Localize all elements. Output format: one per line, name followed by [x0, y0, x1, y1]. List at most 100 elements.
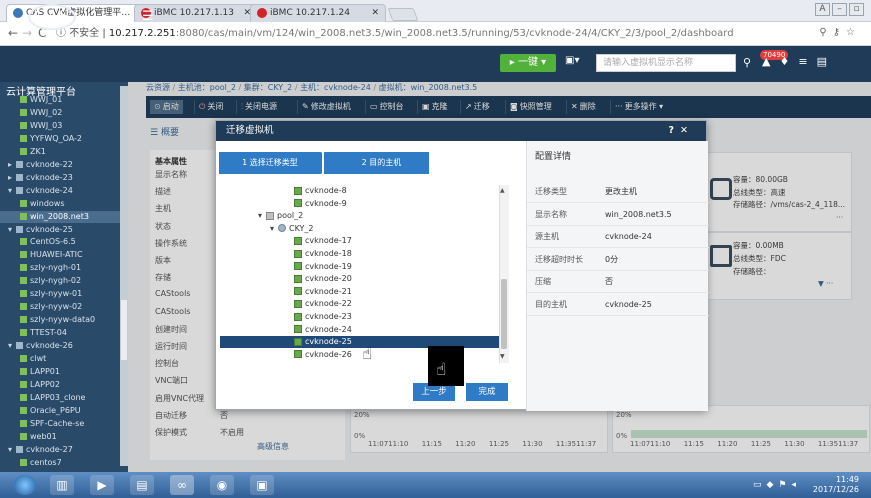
- tree-host-node[interactable]: cvknode-18: [216, 248, 352, 260]
- sidebar-item-label: LAPP01: [30, 366, 60, 376]
- sidebar-host-item[interactable]: ▾ cvknode-24: [0, 185, 128, 197]
- sidebar-vm-item[interactable]: clwt: [0, 353, 128, 365]
- sidebar-vm-item[interactable]: szly-nyyw-data0: [0, 314, 128, 326]
- vm-icon: [20, 367, 27, 375]
- sidebar-scrollbar[interactable]: [120, 86, 128, 466]
- step-select-type[interactable]: 1 选择迁移类型: [219, 152, 332, 174]
- collapse-arrow-icon[interactable]: ▾: [8, 224, 16, 236]
- sidebar-vm-item[interactable]: LAPP03_clone: [0, 392, 128, 404]
- close-tab-icon[interactable]: ✕: [371, 5, 379, 21]
- sidebar-vm-item[interactable]: win_2008.net3: [0, 210, 128, 223]
- collapse-arrow-icon[interactable]: ▾: [8, 444, 16, 456]
- url-field[interactable]: ⓘ 不安全 | 10.217.2.251:8080/cas/main/vm/12…: [56, 25, 826, 43]
- tree-cluster-node[interactable]: ▾ CKY_2: [216, 223, 314, 235]
- system-clock[interactable]: 11:49 2017/12/26: [813, 475, 859, 495]
- shield-icon[interactable]: ◆: [766, 480, 778, 490]
- tree-host-node[interactable]: cvknode-26: [216, 349, 352, 361]
- zoom-icon[interactable]: ⚲: [819, 27, 832, 38]
- grid-icon[interactable]: ▤: [817, 55, 836, 68]
- sidebar-vm-item[interactable]: centos7: [0, 457, 128, 469]
- sidebar-vm-item[interactable]: szly-nygh-01: [0, 262, 128, 274]
- collapse-arrow-icon[interactable]: ▾: [8, 340, 16, 352]
- cas-app-icon[interactable]: ∞: [170, 475, 194, 495]
- sidebar-vm-item[interactable]: szly-nyyw-01: [0, 288, 128, 300]
- search-icon[interactable]: ⚲: [738, 54, 756, 72]
- tree-node-label: cvknode-9: [305, 198, 347, 208]
- file-explorer-icon[interactable]: ▤: [130, 475, 154, 495]
- sidebar-scroll-thumb[interactable]: [121, 300, 127, 360]
- tree-host-node[interactable]: cvknode-9: [216, 198, 347, 210]
- server-manager-icon[interactable]: ▥: [50, 475, 74, 495]
- help-icon[interactable]: ?: [669, 125, 681, 136]
- key-icon[interactable]: ⚷: [833, 27, 846, 38]
- star-icon[interactable]: ☆: [846, 27, 861, 38]
- browser-tab-ibmc-24[interactable]: iBMC 10.217.1.24 ✕: [250, 4, 386, 22]
- back-icon[interactable]: ←: [8, 26, 18, 40]
- sidebar-vm-item[interactable]: LAPP02: [0, 379, 128, 391]
- host-icon: [294, 312, 302, 321]
- collapse-arrow-icon[interactable]: ▾: [270, 223, 278, 235]
- network-icon[interactable]: ▭: [753, 480, 767, 490]
- chrome-icon[interactable]: ◉: [210, 475, 234, 495]
- sidebar-host-item[interactable]: ▾ cvknode-27: [0, 444, 128, 456]
- close-icon[interactable]: ✕: [680, 125, 694, 136]
- sidebar-vm-item[interactable]: ZK1: [0, 146, 128, 158]
- sidebar-vm-item[interactable]: SPF-Cache-se: [0, 418, 128, 430]
- tree-host-node[interactable]: cvknode-21: [216, 286, 352, 298]
- sidebar-vm-item[interactable]: szly-nyyw-02: [0, 301, 128, 313]
- volume-icon[interactable]: ◂: [791, 480, 801, 490]
- new-tab-button[interactable]: [387, 8, 419, 21]
- sidebar-vm-item[interactable]: HUAWEI-ATIC: [0, 249, 128, 261]
- tree-node-label: cvknode-20: [305, 274, 352, 284]
- flag-icon[interactable]: ⚑: [778, 480, 791, 490]
- scroll-down-icon[interactable]: ▼: [500, 353, 505, 360]
- maximize-button[interactable]: ▫: [849, 3, 864, 16]
- menu-toggle-icon[interactable]: ☰: [142, 9, 154, 24]
- one-key-button[interactable]: ▸ 一键 ▾: [500, 54, 556, 72]
- sidebar-host-item[interactable]: ▸ cvknode-22: [0, 159, 128, 171]
- sidebar-vm-item[interactable]: CentOS-6.5: [0, 236, 128, 248]
- collapse-arrow-icon[interactable]: ▾: [258, 210, 266, 222]
- sidebar-vm-item[interactable]: WWJ_03: [0, 120, 128, 132]
- start-button[interactable]: [14, 475, 36, 495]
- step-target-host[interactable]: 2 目的主机: [324, 152, 429, 174]
- sidebar-item-label: cvknode-26: [26, 341, 73, 351]
- sidebar-host-item[interactable]: ▸ cvknode-23: [0, 172, 128, 184]
- tree-host-node[interactable]: cvknode-8: [216, 185, 347, 197]
- filter-dropdown[interactable]: ▣▾: [565, 55, 579, 66]
- user-icon[interactable]: A: [815, 3, 830, 16]
- info-icon[interactable]: ⓘ: [56, 28, 69, 39]
- list-icon[interactable]: ≡: [798, 55, 816, 68]
- collapse-arrow-icon[interactable]: ▾: [8, 185, 16, 197]
- sidebar-vm-item[interactable]: WWJ_02: [0, 107, 128, 119]
- sidebar-vm-item[interactable]: LAPP01: [0, 366, 128, 378]
- sidebar-vm-item[interactable]: Oracle_P6PU: [0, 405, 128, 417]
- bell-icon[interactable]: ♦: [779, 55, 798, 68]
- sidebar-vm-item[interactable]: web01: [0, 431, 128, 443]
- powershell-icon[interactable]: ▶: [90, 475, 114, 495]
- finish-button[interactable]: 完成: [466, 383, 508, 401]
- forward-icon[interactable]: →: [22, 26, 32, 40]
- alarm-icon[interactable]: ▲: [762, 55, 779, 68]
- tree-pool-node[interactable]: ▾ pool_2: [216, 210, 303, 222]
- expand-arrow-icon[interactable]: ▸: [8, 172, 16, 184]
- tree-host-node[interactable]: cvknode-23: [216, 311, 352, 323]
- tree-host-node[interactable]: cvknode-22: [216, 298, 352, 310]
- tree-host-node[interactable]: cvknode-19: [216, 261, 352, 273]
- tree-scroll-thumb[interactable]: [501, 279, 507, 349]
- sidebar-vm-item[interactable]: windows: [0, 198, 128, 210]
- scroll-up-icon[interactable]: ▲: [500, 187, 505, 194]
- expand-arrow-icon[interactable]: ▸: [8, 159, 16, 171]
- sidebar-vm-item[interactable]: szly-nygh-02: [0, 275, 128, 287]
- tree-host-node[interactable]: cvknode-17: [216, 235, 352, 247]
- sidebar-vm-item[interactable]: YYFWQ_OA-2: [0, 133, 128, 145]
- tree-host-node[interactable]: cvknode-24: [216, 324, 352, 336]
- sidebar-vm-item[interactable]: WWJ_01: [0, 94, 128, 106]
- tree-host-node[interactable]: cvknode-20: [216, 273, 352, 285]
- remote-desktop-icon[interactable]: ▣: [250, 475, 274, 495]
- sidebar-host-item[interactable]: ▾ cvknode-26: [0, 340, 128, 352]
- sidebar-vm-item[interactable]: TTEST-04: [0, 327, 128, 339]
- sidebar-host-item[interactable]: ▾ cvknode-25: [0, 224, 128, 236]
- minimize-button[interactable]: –: [832, 3, 847, 16]
- vm-search-input[interactable]: 请输入虚拟机显示名称: [596, 54, 736, 72]
